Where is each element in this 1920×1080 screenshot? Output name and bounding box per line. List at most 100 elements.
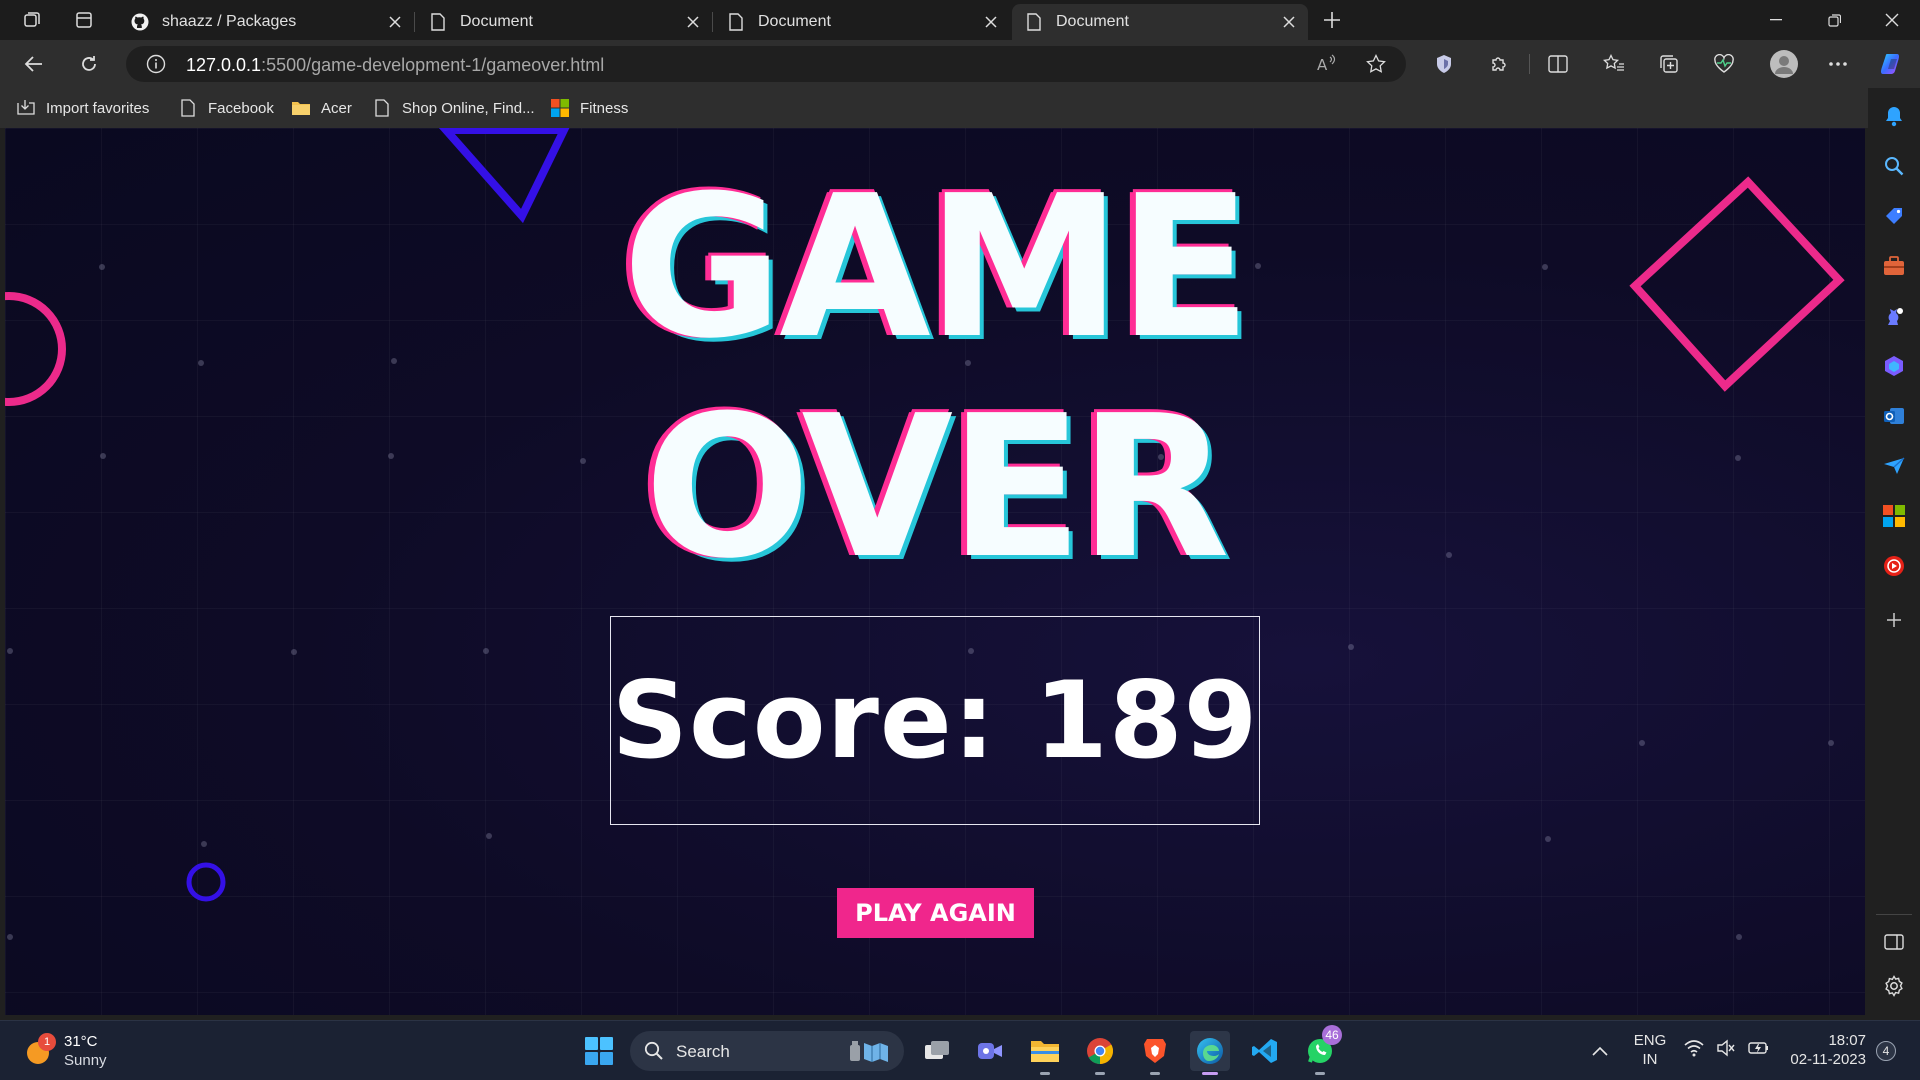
info-icon[interactable] [146, 54, 166, 79]
outlook-icon[interactable] [1878, 400, 1910, 432]
favorite-label: Shop Online, Find... [402, 99, 535, 117]
close-icon[interactable] [982, 13, 1000, 31]
background-dot [7, 648, 13, 654]
search-icon [644, 1041, 664, 1066]
favorite-facebook[interactable]: Facebook [178, 96, 274, 120]
tab-actions-icon[interactable] [68, 6, 100, 34]
brave-icon[interactable] [1135, 1031, 1175, 1075]
tab-title: Document [758, 13, 831, 30]
import-icon [16, 98, 36, 118]
tab-divider [414, 12, 415, 32]
notification-count-badge[interactable]: 4 [1876, 1041, 1896, 1061]
restore-icon[interactable] [1806, 0, 1862, 40]
language-indicator[interactable]: ENG IN [1628, 1031, 1672, 1071]
weather-condition: Sunny [64, 1052, 107, 1069]
active-indicator [1202, 1072, 1218, 1075]
background-dot [486, 833, 492, 839]
browser-essentials-icon[interactable] [1706, 48, 1742, 80]
score-box: Score: 189 [610, 616, 1260, 825]
microsoft-icon [550, 98, 570, 118]
tab-title: shaazz / Packages [162, 13, 297, 30]
running-indicator [1150, 1072, 1160, 1075]
favorite-label: Facebook [208, 99, 274, 117]
favorite-import[interactable]: Import favorites [16, 96, 149, 120]
chrome-icon[interactable] [1080, 1031, 1120, 1075]
youtube-icon[interactable] [1878, 550, 1910, 582]
close-icon[interactable] [1280, 13, 1298, 31]
edge-sidebar [1868, 88, 1920, 1015]
favorite-fitness[interactable]: Fitness [550, 96, 628, 120]
tab-document-1[interactable]: Document [416, 4, 712, 40]
minimize-icon[interactable] [1748, 0, 1804, 40]
vscode-icon[interactable] [1245, 1031, 1285, 1071]
language-line2: IN [1642, 1051, 1658, 1068]
url-host: 127.0.0.1 [186, 55, 262, 75]
more-options-icon[interactable] [1820, 48, 1856, 80]
notification-bell-icon[interactable] [1878, 100, 1910, 132]
split-screen-icon[interactable] [1540, 48, 1576, 80]
favorites-bar: Import favorites Facebook Acer Shop Onli… [0, 88, 1880, 128]
search-icon[interactable] [1878, 150, 1910, 182]
show-hidden-icons-chevron-icon[interactable] [1582, 1031, 1618, 1071]
shopping-tag-icon[interactable] [1878, 200, 1910, 232]
whatsapp-icon[interactable]: 46 [1300, 1025, 1342, 1075]
tab-document-2[interactable]: Document [714, 4, 1010, 40]
background-dot [291, 649, 297, 655]
games-chess-icon[interactable] [1878, 300, 1910, 332]
favorite-label: Fitness [580, 99, 629, 117]
weather-temp: 31°C [64, 1033, 98, 1050]
workspaces-icon[interactable] [16, 6, 48, 34]
running-indicator [1095, 1072, 1105, 1075]
start-windows-icon[interactable] [579, 1031, 619, 1071]
teams-meet-icon[interactable] [970, 1031, 1010, 1071]
edge-icon[interactable] [1190, 1031, 1230, 1075]
taskbar-search[interactable]: Search [630, 1031, 904, 1071]
settings-gear-icon[interactable] [1878, 970, 1910, 1002]
office-apps-icon[interactable] [1878, 500, 1910, 532]
close-window-icon[interactable] [1864, 0, 1920, 40]
close-icon[interactable] [386, 13, 404, 31]
score-text: Score: 189 [611, 659, 1259, 782]
battery-charging-icon [1748, 1039, 1770, 1062]
tab-document-active[interactable]: Document [1012, 4, 1308, 40]
system-tray[interactable] [1684, 1039, 1770, 1062]
favorite-shop-online[interactable]: Shop Online, Find... [372, 96, 535, 120]
shield-icon[interactable] [1426, 48, 1462, 80]
microsoft-365-icon[interactable] [1878, 350, 1910, 382]
play-again-button[interactable]: PLAY AGAIN [837, 888, 1034, 938]
folder-icon [291, 98, 311, 118]
favorite-acer[interactable]: Acer [291, 96, 352, 120]
close-icon[interactable] [684, 13, 702, 31]
read-aloud-icon[interactable]: A [1316, 54, 1338, 79]
back-arrow-icon[interactable] [16, 48, 52, 80]
favorite-label: Import favorites [46, 99, 150, 117]
weather-widget[interactable]: 1 31°C Sunny [22, 1031, 162, 1071]
document-icon [726, 12, 746, 32]
background-dot [1639, 740, 1645, 746]
refresh-icon[interactable] [71, 48, 107, 80]
collections-icon[interactable] [1651, 48, 1687, 80]
task-view-icon[interactable] [917, 1031, 957, 1071]
document-icon [372, 98, 392, 118]
address-bar[interactable]: 127.0.0.1:5500/game-development-1/gameov… [126, 46, 1406, 82]
favorite-star-icon[interactable] [1366, 54, 1386, 79]
favorites-icon[interactable] [1596, 48, 1632, 80]
profile-avatar[interactable] [1765, 46, 1803, 82]
hide-sidebar-icon[interactable] [1878, 926, 1910, 958]
file-explorer-icon[interactable] [1025, 1031, 1065, 1075]
new-tab-icon[interactable] [1316, 6, 1348, 34]
extensions-icon[interactable] [1481, 48, 1517, 80]
tools-briefcase-icon[interactable] [1878, 250, 1910, 282]
tab-github[interactable]: shaazz / Packages [118, 4, 414, 40]
windows-taskbar: 1 31°C Sunny Search 46 ENG IN 18:07 02-1… [0, 1020, 1920, 1080]
background-dot [201, 841, 207, 847]
toolbar-divider [1529, 54, 1530, 74]
send-icon[interactable] [1878, 450, 1910, 482]
add-icon[interactable] [1878, 604, 1910, 636]
copilot-icon[interactable] [1874, 48, 1910, 80]
clock-time: 18:07 [1828, 1032, 1866, 1049]
volume-muted-icon [1716, 1039, 1736, 1062]
background-dot [1348, 644, 1354, 650]
url-path: :5500/game-development-1/gameover.html [261, 55, 605, 75]
clock[interactable]: 18:07 02-11-2023 [1780, 1031, 1866, 1071]
